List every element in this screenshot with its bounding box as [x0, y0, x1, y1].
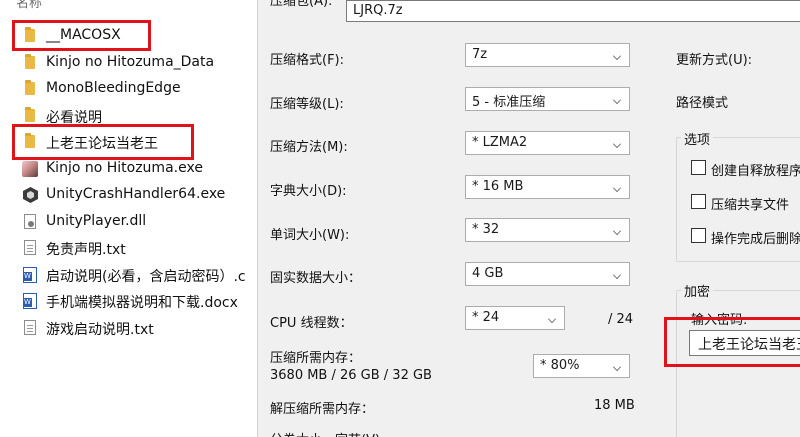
password-label: 输入密码: — [691, 313, 748, 328]
chevron-down-icon — [613, 271, 621, 279]
chevron-down-icon — [613, 140, 621, 148]
file-row-launch-txt[interactable]: 游戏启动说明.txt — [0, 316, 257, 340]
chevron-down-icon — [613, 52, 621, 60]
file-name: UnityCrashHandler64.exe — [46, 186, 226, 202]
shared-files-checkbox[interactable] — [691, 194, 706, 209]
level-value: 5 - 标准压缩 — [472, 95, 546, 110]
decompress-memory-label: 解压缩所需内存： — [270, 402, 375, 417]
method-label: 压缩方法(M): — [270, 140, 348, 155]
cpu-threads-value: * 24 — [472, 310, 500, 325]
format-label: 压缩格式(F): — [270, 53, 345, 68]
decompress-memory-value: 18 MB — [594, 398, 635, 413]
folder-icon — [22, 27, 38, 44]
method-select[interactable]: * LZMA2 — [465, 131, 630, 155]
file-row-crashhandler[interactable]: UnityCrashHandler64.exe — [0, 183, 257, 207]
delete-after-checkbox[interactable] — [691, 228, 706, 243]
shared-files-label: 压缩共享文件 — [711, 198, 790, 213]
cpu-threads-select[interactable]: * 24 — [465, 306, 565, 330]
encryption-group-title: 加密 — [681, 281, 714, 300]
chevron-down-icon — [613, 363, 621, 371]
method-value: * LZMA2 — [472, 135, 528, 150]
folder-icon — [22, 54, 38, 71]
solid-size-select[interactable]: 4 GB — [465, 262, 630, 286]
file-name: UnityPlayer.dll — [46, 213, 147, 229]
memory-usage-value: * 80% — [540, 358, 580, 373]
file-name: 启动说明(必看，含启动密码）.c — [46, 269, 246, 285]
file-row-mobile-docx[interactable]: 手机端模拟器说明和下载.docx — [0, 289, 257, 313]
text-file-icon — [22, 320, 38, 336]
column-header-name[interactable]: 名称 — [16, 0, 42, 11]
dll-icon — [22, 214, 38, 230]
cpu-threads-total: / 24 — [608, 312, 634, 327]
file-name: Kinjo no Hitozuma_Data — [46, 54, 215, 70]
file-row-game-exe[interactable]: Kinjo no Hitozuma.exe — [0, 157, 257, 181]
memory-usage-detail: 3680 MB / 26 GB / 32 GB — [270, 368, 432, 383]
folder-icon — [22, 133, 38, 150]
archive-name-input[interactable]: LJRQ.7z — [346, 0, 800, 22]
file-row-launch-doc[interactable]: 启动说明(必看，含启动密码）.c — [0, 263, 257, 287]
chevron-down-icon — [613, 96, 621, 104]
update-mode-label: 更新方式(U): — [676, 53, 753, 68]
folder-icon — [22, 80, 38, 97]
file-explorer: 名称 __MACOSX Kinjo no Hitozuma_Data MonoB… — [0, 0, 257, 437]
memory-usage-select[interactable]: * 80% — [533, 354, 630, 378]
file-row-data-folder[interactable]: Kinjo no Hitozuma_Data — [0, 51, 257, 75]
file-name: 上老王论坛当老王 — [46, 136, 158, 152]
chevron-down-icon — [548, 315, 556, 323]
format-value: 7z — [472, 47, 488, 62]
file-name: 免责声明.txt — [46, 242, 126, 258]
file-row-readme-folder[interactable]: 必看说明 — [0, 104, 257, 128]
unity-icon — [22, 187, 38, 203]
chevron-down-icon — [613, 227, 621, 235]
add-to-archive-dialog: 压缩包(A): LJRQ.7z 压缩格式(F): 7z 压缩等级(L): 5 -… — [257, 0, 800, 437]
level-label: 压缩等级(L): — [270, 97, 344, 112]
file-row-unityplayer-dll[interactable]: UnityPlayer.dll — [0, 210, 257, 234]
sfx-checkbox[interactable] — [691, 160, 706, 175]
file-name: Kinjo no Hitozuma.exe — [46, 160, 203, 176]
file-name: MonoBleedingEdge — [46, 80, 181, 96]
file-row-disclaimer-txt[interactable]: 免责声明.txt — [0, 236, 257, 260]
file-row-monobleedingedge[interactable]: MonoBleedingEdge — [0, 77, 257, 101]
solid-size-value: 4 GB — [472, 266, 504, 281]
chevron-down-icon — [613, 184, 621, 192]
volume-size-label: 分卷大小，字节(V): — [270, 429, 384, 437]
word-size-value: * 32 — [472, 222, 500, 237]
path-mode-label: 路径模式 — [676, 96, 729, 111]
password-input[interactable]: 上老王论坛当老王 — [689, 330, 800, 356]
cpu-threads-label: CPU 线程数： — [270, 316, 353, 331]
dict-size-label: 字典大小(D): — [270, 184, 347, 199]
word-size-select[interactable]: * 32 — [465, 218, 630, 242]
file-name: 游戏启动说明.txt — [46, 322, 154, 338]
text-file-icon — [22, 240, 38, 256]
word-doc-icon — [22, 293, 38, 309]
app-exe-icon — [22, 161, 38, 177]
word-size-label: 单词大小(W): — [270, 228, 350, 243]
folder-icon — [22, 107, 38, 124]
sfx-label: 创建自释放程序 — [711, 164, 800, 179]
file-name: 手机端模拟器说明和下载.docx — [46, 295, 238, 311]
file-row-macosx[interactable]: __MACOSX — [0, 24, 257, 48]
memory-usage-label: 压缩所需内存： — [270, 351, 362, 366]
word-doc-icon — [22, 267, 38, 283]
file-name: __MACOSX — [46, 27, 121, 43]
dict-size-value: * 16 MB — [472, 179, 524, 194]
archive-label: 压缩包(A): — [270, 0, 333, 9]
delete-after-label: 操作完成后删除 — [711, 232, 800, 247]
file-row-laowang-folder[interactable]: 上老王论坛当老王 — [0, 130, 257, 154]
format-select[interactable]: 7z — [465, 43, 630, 67]
file-name: 必看说明 — [46, 110, 102, 126]
level-select[interactable]: 5 - 标准压缩 — [465, 87, 630, 111]
dict-size-select[interactable]: * 16 MB — [465, 175, 630, 199]
options-group-title: 选项 — [681, 129, 714, 148]
solid-size-label: 固实数据大小： — [270, 271, 362, 286]
